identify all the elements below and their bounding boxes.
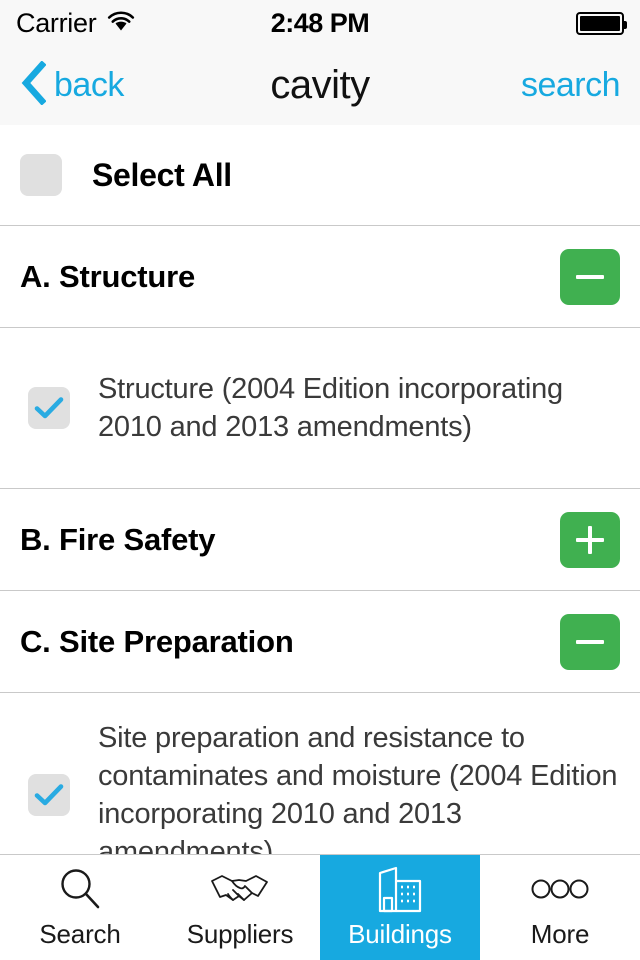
status-bar-right bbox=[576, 11, 627, 35]
section-list: Select All A. Structure Structure (2004 … bbox=[0, 125, 640, 854]
item-checkbox[interactable] bbox=[28, 387, 70, 429]
select-all-row[interactable]: Select All bbox=[0, 125, 640, 225]
minus-icon bbox=[576, 263, 604, 291]
tab-more[interactable]: More bbox=[480, 855, 640, 960]
battery-full-icon bbox=[576, 11, 627, 35]
section-expand-button-b[interactable] bbox=[560, 511, 620, 568]
tab-label: Search bbox=[39, 919, 121, 949]
back-button[interactable]: back bbox=[20, 60, 124, 110]
check-icon bbox=[34, 784, 64, 806]
section-title: B. Fire Safety bbox=[20, 521, 216, 557]
check-icon bbox=[34, 397, 64, 419]
search-button[interactable]: search bbox=[521, 66, 621, 105]
item-checkbox[interactable] bbox=[28, 774, 70, 816]
section-title: A. Structure bbox=[20, 258, 196, 294]
carrier-label: Carrier bbox=[16, 7, 97, 38]
back-button-label: back bbox=[54, 66, 124, 104]
status-bar: Carrier 2:48 PM bbox=[0, 0, 640, 46]
magnifier-icon bbox=[57, 865, 103, 913]
section-header-b[interactable]: B. Fire Safety bbox=[0, 489, 640, 590]
tab-search[interactable]: Search bbox=[0, 855, 160, 960]
section-header-c[interactable]: C. Site Preparation bbox=[0, 591, 640, 692]
wifi-icon bbox=[106, 10, 136, 37]
minus-icon bbox=[576, 628, 604, 656]
section-header-a[interactable]: A. Structure bbox=[0, 226, 640, 327]
select-all-checkbox[interactable] bbox=[20, 154, 62, 196]
buildings-icon bbox=[372, 865, 428, 913]
tab-buildings[interactable]: Buildings bbox=[320, 855, 480, 960]
select-all-label: Select All bbox=[92, 156, 232, 193]
list-item-label: Structure (2004 Edition incorporating 20… bbox=[98, 373, 563, 443]
status-bar-left: Carrier bbox=[16, 8, 136, 39]
plus-icon bbox=[576, 525, 604, 554]
tab-bar: Search Suppliers Buildings More bbox=[0, 854, 640, 960]
list-item-label: Site preparation and resistance to conta… bbox=[98, 722, 618, 854]
list-item[interactable]: Site preparation and resistance to conta… bbox=[0, 693, 640, 854]
tab-label: More bbox=[530, 919, 590, 949]
tab-label: Buildings bbox=[348, 919, 452, 949]
section-title: C. Site Preparation bbox=[20, 623, 294, 659]
tab-label: Suppliers bbox=[186, 919, 294, 949]
chevron-left-icon bbox=[20, 60, 47, 110]
section-collapse-button-a[interactable] bbox=[560, 248, 620, 305]
tab-suppliers[interactable]: Suppliers bbox=[160, 855, 320, 960]
list-item[interactable]: Structure (2004 Edition incorporating 20… bbox=[0, 328, 640, 488]
navigation-bar: back cavity search bbox=[0, 46, 640, 125]
handshake-icon bbox=[208, 865, 272, 913]
section-collapse-button-c[interactable] bbox=[560, 613, 620, 670]
ellipsis-circles-icon bbox=[530, 865, 590, 913]
app-screen: Carrier 2:48 PM back cavity search Selec… bbox=[0, 0, 640, 960]
